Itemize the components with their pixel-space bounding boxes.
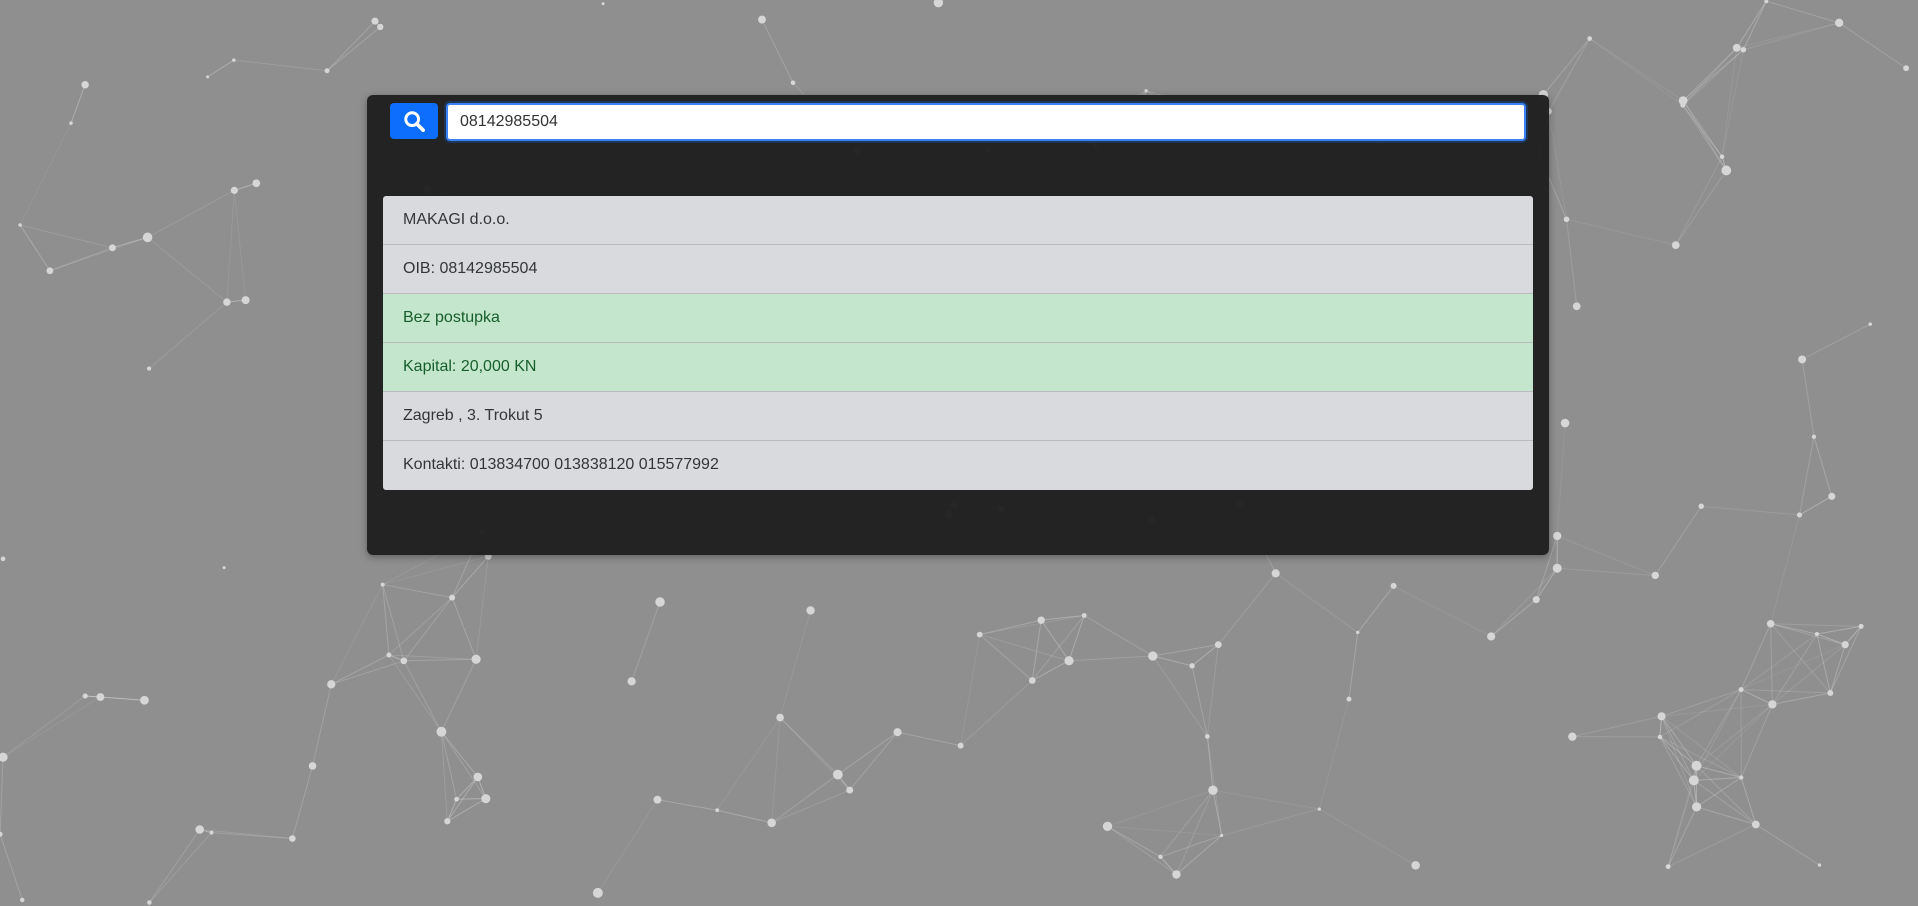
result-address: Zagreb , 3. Trokut 5 — [383, 392, 1533, 441]
result-oib: OIB: 08142985504 — [383, 245, 1533, 294]
search-button[interactable] — [390, 103, 438, 139]
result-contacts: Kontakti: 013834700 013838120 015577992 — [383, 441, 1533, 490]
result-procedure-status: Bez postupka — [383, 294, 1533, 343]
result-capital: Kapital: 20,000 KN — [383, 343, 1533, 392]
search-panel: MAKAGI d.o.o. OIB: 08142985504 Bez postu… — [367, 95, 1549, 555]
result-company-name: MAKAGI d.o.o. — [383, 196, 1533, 245]
search-icon — [404, 111, 425, 132]
results-list: MAKAGI d.o.o. OIB: 08142985504 Bez postu… — [383, 196, 1533, 490]
search-input[interactable] — [446, 103, 1526, 141]
